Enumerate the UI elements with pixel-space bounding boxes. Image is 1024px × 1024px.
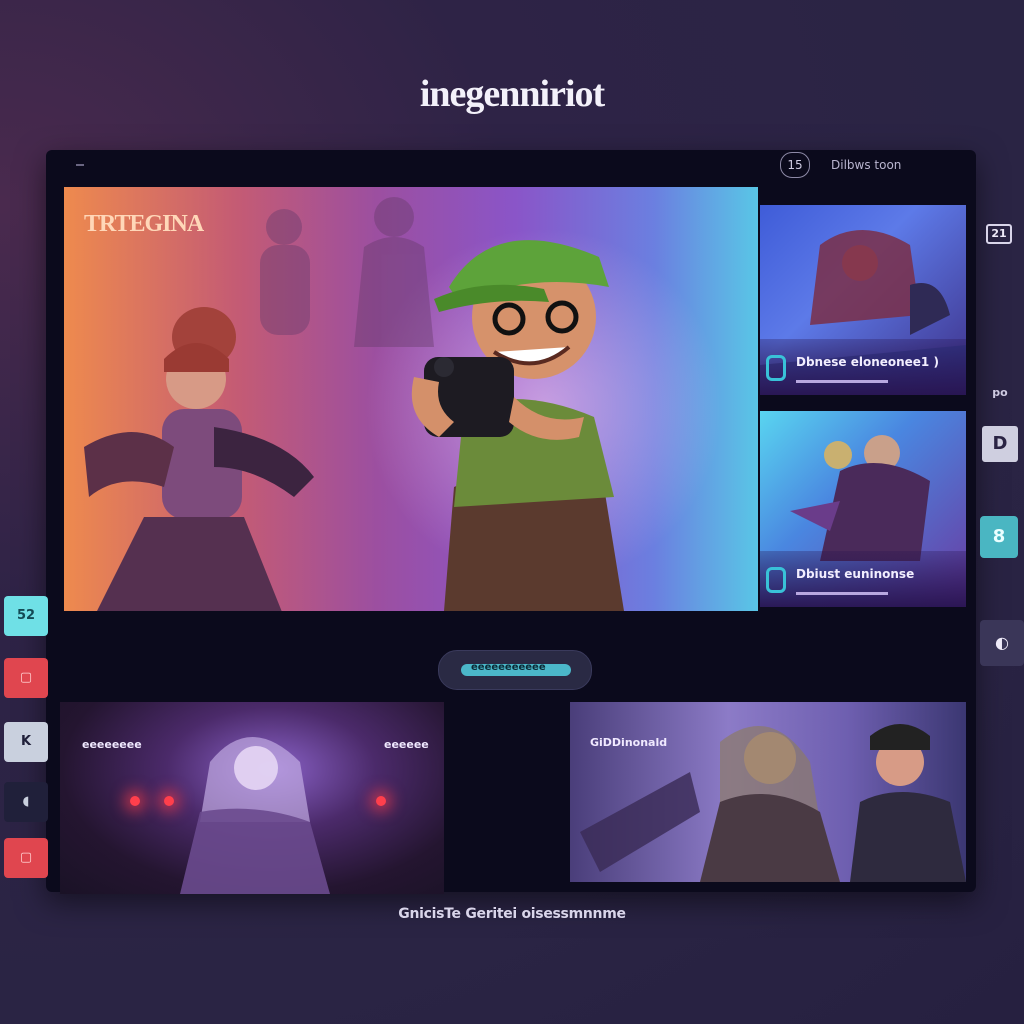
- stage-light-icon: [376, 796, 386, 806]
- rail-button[interactable]: ▢: [4, 838, 48, 878]
- pager-label: eeeeeeeeeee: [471, 662, 546, 673]
- rail-label: po: [992, 386, 1008, 399]
- app-window: 15 Dilbws toon TRTEGINA Dbnese eloneonee…: [46, 150, 976, 894]
- featured-side-cards: Dbnese eloneonee1 ) Dbiust euninonse: [760, 205, 966, 611]
- hero-title: TRTEGINA: [84, 211, 204, 237]
- rail-button[interactable]: 52: [4, 596, 48, 636]
- side-card[interactable]: Dbnese eloneonee1 ): [760, 205, 966, 395]
- hero-banner[interactable]: TRTEGINA: [64, 187, 758, 611]
- rail-button[interactable]: 21: [986, 224, 1012, 244]
- controller-icon: [766, 355, 786, 381]
- side-card-title: Dbnese eloneonee1 ): [796, 355, 939, 369]
- topbar-menu-label[interactable]: Dilbws toon: [831, 158, 901, 172]
- footer-caption: GnicisTe Geritei oisessmnnme: [398, 906, 626, 922]
- carousel-pager[interactable]: eeeeeeeeeee: [438, 650, 592, 690]
- thumbnail-label: GiDDinonald: [590, 736, 668, 749]
- thumbnail-art: [180, 737, 330, 894]
- thumbnail-card[interactable]: GiDDinonald: [570, 702, 966, 882]
- menu-dot-icon[interactable]: [76, 164, 84, 166]
- rail-button[interactable]: K: [4, 722, 48, 762]
- controller-icon: [766, 567, 786, 593]
- rail-button[interactable]: ▢: [4, 658, 48, 698]
- side-card-title: Dbiust euninonse: [796, 567, 915, 581]
- thumbnail-label-right: eeeeee: [384, 738, 429, 751]
- side-card-subtitle-bar: [796, 592, 888, 595]
- thumbnail-label-left: eeeeeeee: [82, 738, 142, 751]
- thumbnail-art: [580, 724, 966, 882]
- left-character-art: [84, 307, 314, 611]
- thumbnail-card[interactable]: eeeeeeee eeeeee: [60, 702, 444, 894]
- rail-button[interactable]: ◖: [4, 782, 48, 822]
- stage-light-icon: [164, 796, 174, 806]
- rail-button[interactable]: 8: [980, 516, 1018, 558]
- rail-button[interactable]: D: [982, 426, 1018, 462]
- stage-light-icon: [130, 796, 140, 806]
- profile-icon[interactable]: ◐: [980, 620, 1024, 666]
- side-card[interactable]: Dbiust euninonse: [760, 411, 966, 607]
- main-character-art: [411, 240, 624, 611]
- brand-badge[interactable]: 15: [780, 152, 810, 178]
- page-title: inegenniriot: [419, 73, 605, 115]
- window-topbar: 15 Dilbws toon: [46, 150, 976, 184]
- side-card-subtitle-bar: [796, 380, 888, 383]
